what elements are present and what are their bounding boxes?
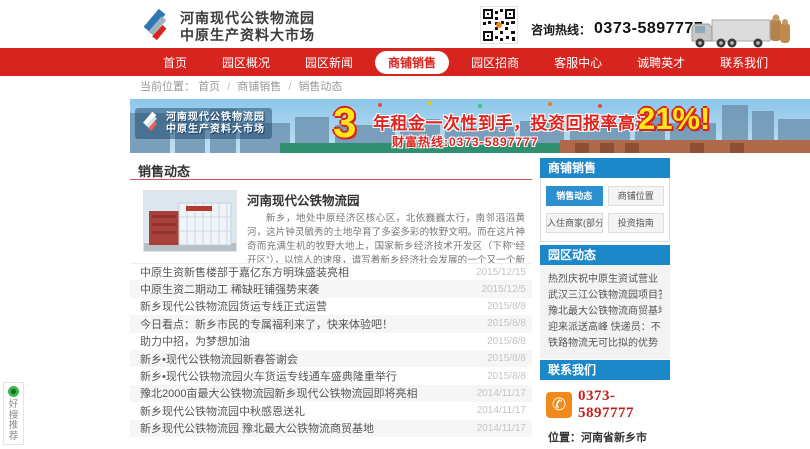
site-header: 河南现代公铁物流园 中原生产资料大市场: [0, 0, 810, 48]
news-date: 2015/12/5: [482, 284, 527, 295]
sales-news-list: 中原生资新售楼部于嘉亿东方明珠盛装亮相 2015/12/15 中原生资二期动工 稀…: [130, 263, 532, 437]
logo-swoosh-icon: [137, 6, 173, 47]
banner-headline: 年租金一次性到手，投资回报率高达: [373, 109, 653, 134]
site-logo[interactable]: 河南现代公铁物流园 中原生产资料大市场: [137, 6, 315, 47]
nav-item-park-news[interactable]: 园区新闻: [292, 51, 366, 74]
news-date: 2015/8/8: [487, 353, 526, 364]
news-title: 新乡现代公铁物流园货运专线正式运营: [140, 298, 327, 314]
promo-banner[interactable]: 河南现代公铁物流园 中原生产资料大市场 3 年租金一次性到手，投资回报率高达 2…: [130, 99, 810, 153]
banner-hotline: 财富热线:0373-5897777: [392, 133, 538, 150]
news-row[interactable]: 助力中招，为梦想加油 2015/8/8: [130, 333, 532, 350]
news-row[interactable]: 新乡现代公铁物流园货运专线正式运营 2015/8/8: [130, 298, 532, 315]
banner-logo-line2: 中原生产资料大市场: [166, 124, 265, 136]
news-date: 2014/11/17: [477, 405, 526, 416]
news-date: 2015/8/8: [487, 371, 526, 382]
park-news-link[interactable]: 迎来派送高峰 快递员：不占道好: [548, 320, 662, 336]
news-row[interactable]: 中原生资新售楼部于嘉亿东方明珠盛装亮相 2015/12/15: [130, 263, 532, 280]
nav-item-investment[interactable]: 园区招商: [458, 51, 532, 74]
banner-logo: 河南现代公铁物流园 中原生产资料大市场: [135, 108, 272, 139]
news-title: 新乡•现代公铁物流园新春答谢会: [140, 351, 298, 367]
news-date: 2015/8/8: [487, 318, 526, 329]
sidebar-btn-merchants[interactable]: 入住商家(部分): [546, 213, 603, 233]
nav-item-home[interactable]: 首页: [150, 51, 200, 74]
news-date: 2015/8/8: [487, 336, 526, 347]
featured-building-image: [143, 190, 237, 252]
news-title: 中原生资新售楼部于嘉亿东方明珠盛装亮相: [140, 264, 349, 280]
news-date: 2014/11/17: [477, 423, 526, 434]
news-title: 中原生资二期动工 稀缺旺铺强势来袭: [140, 281, 319, 297]
sidebar-btn-sales-news[interactable]: 销售动态: [546, 186, 603, 206]
news-row[interactable]: 新乡•现代公铁物流园火车货运专线通车盛典隆重举行 2015/8/8: [130, 367, 532, 384]
logo-line1: 河南现代公铁物流园: [180, 10, 315, 27]
nav-item-service-center[interactable]: 客服中心: [541, 51, 615, 74]
breadcrumb-sales-news[interactable]: 销售动态: [298, 81, 342, 93]
banner-logo-line1: 河南现代公铁物流园: [166, 112, 265, 124]
park-news-link[interactable]: 武汉三江公铁物流园项目签订: [548, 288, 662, 304]
breadcrumb-shop-sales[interactable]: 商铺销售: [237, 81, 281, 93]
featured-article[interactable]: 河南现代公铁物流园 新乡，地处中原经济区核心区，北依巍巍太行，南邻滔滔黄河，这片…: [143, 190, 532, 269]
news-title: 今日看点：新乡市民的专属福利来了，快来体验吧！: [140, 316, 393, 332]
breadcrumb-prefix: 当前位置：: [140, 81, 195, 93]
park-news-link[interactable]: 热烈庆祝中原生资试营业: [548, 272, 662, 288]
banner-logo-swoosh-icon: [139, 110, 161, 137]
news-row[interactable]: 新乡•现代公铁物流园新春答谢会 2015/8/8: [130, 350, 532, 367]
hotline-label: 咨询热线：: [531, 21, 591, 38]
news-row[interactable]: 新乡现代公铁物流园 豫北最大公铁物流商贸基地 2014/11/17: [130, 420, 532, 437]
haosou-label: 好搜推荐: [8, 400, 19, 442]
banner-big-number: 3: [333, 99, 356, 147]
nav-item-park-overview[interactable]: 园区概况: [209, 51, 283, 74]
news-title: 豫北2000亩最大公铁物流园新乡现代公铁物流园即将亮相: [140, 385, 417, 401]
sidebar-shop-sales: 商铺销售 销售动态 商铺位置 入住商家(部分) 投资指南: [540, 158, 670, 242]
featured-excerpt: 新乡，地处中原经济区核心区，北依巍巍太行，南邻滔滔黄河，这片钟灵毓秀的土地孕育了…: [247, 212, 525, 269]
contact-phone-number: 0373-5897777: [578, 388, 664, 422]
news-date: 2014/11/17: [477, 388, 526, 399]
banner-rate: 21%!: [638, 101, 710, 137]
breadcrumb-separator: /: [288, 81, 291, 93]
logo-line2: 中原生产资料大市场: [180, 27, 315, 44]
section-title-sales-news: 销售动态: [130, 161, 532, 180]
sidebar-btn-shop-location[interactable]: 商铺位置: [608, 186, 665, 206]
nav-item-contact[interactable]: 联系我们: [707, 51, 781, 74]
sidebar-contact-title: 联系我们: [540, 360, 670, 380]
nav-item-careers[interactable]: 诚聘英才: [624, 51, 698, 74]
sidebar-park-news-title: 园区动态: [540, 245, 670, 265]
haosou-recommend-widget[interactable]: 好搜推荐: [3, 382, 24, 445]
news-row[interactable]: 中原生资二期动工 稀缺旺铺强势来袭 2015/12/5: [130, 280, 532, 297]
breadcrumb-separator: /: [227, 81, 230, 93]
sidebar-shop-sales-title: 商铺销售: [540, 158, 670, 178]
haosou-icon: [8, 386, 19, 397]
breadcrumb: 当前位置： 首页 / 商铺销售 / 销售动态: [140, 76, 342, 98]
featured-title: 河南现代公铁物流园: [247, 190, 525, 209]
truck-image: [686, 13, 798, 53]
news-title: 新乡•现代公铁物流园火车货运专线通车盛典隆重举行: [140, 368, 397, 384]
news-row[interactable]: 新乡现代公铁物流园中秋感恩送礼 2014/11/17: [130, 402, 532, 419]
park-news-link[interactable]: 豫北最大公铁物流商贸基地: [548, 304, 662, 320]
phone-icon: ✆: [546, 392, 572, 418]
news-date: 2015/12/15: [476, 267, 526, 278]
sidebar-btn-investment-guide[interactable]: 投资指南: [608, 213, 665, 233]
qr-code: [480, 6, 518, 44]
news-row[interactable]: 今日看点：新乡市民的专属福利来了，快来体验吧！ 2015/8/8: [130, 315, 532, 332]
breadcrumb-home[interactable]: 首页: [198, 81, 220, 93]
sidebar-park-news: 园区动态 热烈庆祝中原生资试营业 武汉三江公铁物流园项目签订 豫北最大公铁物流商…: [540, 245, 670, 359]
news-title: 新乡现代公铁物流园中秋感恩送礼: [140, 403, 305, 419]
sidebar-contact: 联系我们 ✆ 0373-5897777 位置：河南省新乡市: [540, 360, 670, 449]
news-row[interactable]: 豫北2000亩最大公铁物流园新乡现代公铁物流园即将亮相 2014/11/17: [130, 385, 532, 402]
news-date: 2015/8/8: [487, 301, 526, 312]
news-title: 新乡现代公铁物流园 豫北最大公铁物流商贸基地: [140, 420, 374, 436]
news-title: 助力中招，为梦想加油: [140, 333, 250, 349]
contact-location: 位置：河南省新乡市: [546, 429, 664, 445]
nav-item-shop-sales[interactable]: 商铺销售: [375, 51, 449, 74]
header-hotline: 咨询热线： 0373-5897777: [531, 16, 703, 42]
park-news-link[interactable]: 铁路物流无可比拟的优势: [548, 336, 662, 352]
